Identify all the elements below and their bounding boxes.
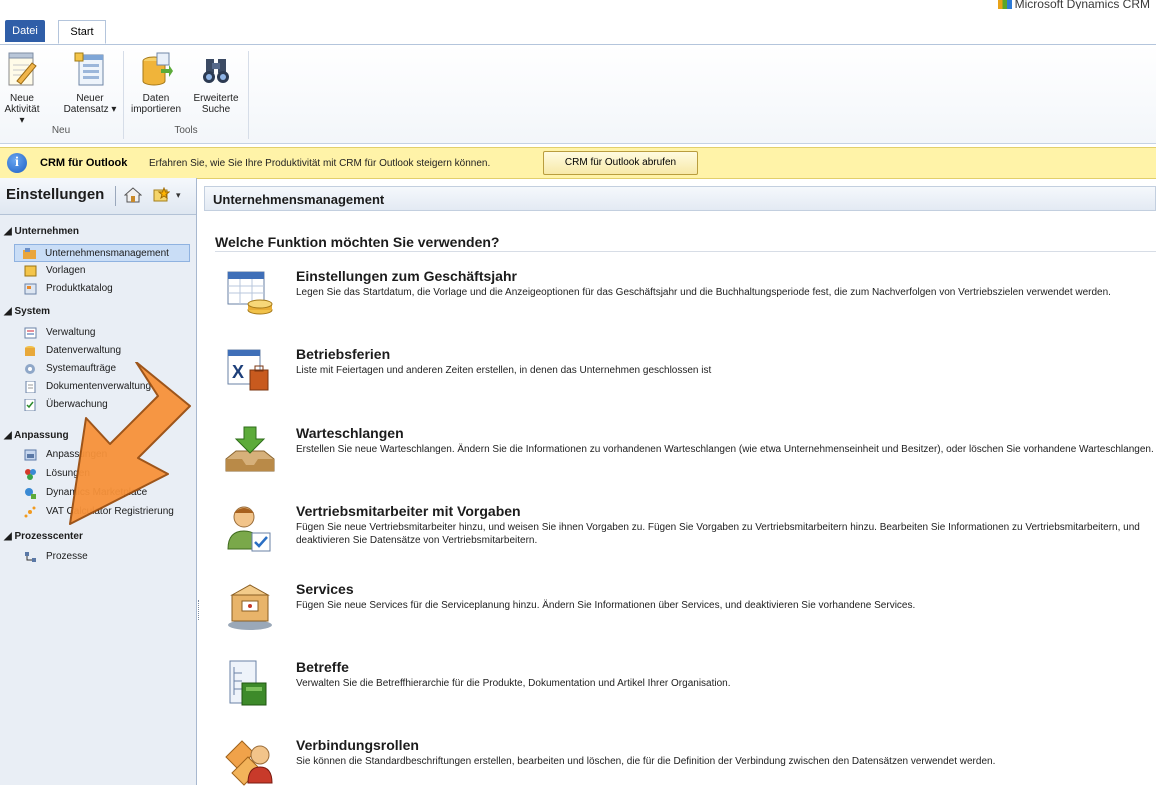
svg-text:X: X — [232, 362, 244, 382]
get-crm-outlook-button[interactable]: CRM für Outlook abrufen — [543, 151, 698, 175]
database-import-icon — [139, 51, 173, 89]
nav-title: Einstellungen — [6, 186, 105, 203]
sidebar-item-label: Prozesse — [46, 551, 88, 562]
notification-text: Erfahren Sie, wie Sie Ihre Produktivität… — [149, 158, 491, 169]
entry-description: Liste mit Feiertagen und anderen Zeiten … — [296, 365, 712, 376]
entry-title[interactable]: Einstellungen zum Geschäftsjahr — [296, 268, 517, 284]
group-label-neu: Neu — [51, 125, 71, 136]
calendar-coins-icon — [224, 268, 276, 320]
entry-title[interactable]: Vertriebsmitarbeiter mit Vorgaben — [296, 503, 521, 519]
data-management-icon — [24, 345, 37, 357]
group-separator — [248, 51, 249, 139]
sidebar-item-label: Verwaltung — [46, 327, 96, 338]
divider — [115, 186, 116, 206]
calendar-suitcase-icon: X — [224, 346, 276, 398]
processes-icon — [24, 551, 37, 563]
nav-header: Einstellungen ▾ — [0, 178, 196, 215]
marketplace-icon — [24, 487, 37, 499]
sidebar-item-produktkatalog[interactable]: Produktkatalog — [16, 280, 194, 298]
vat-calculator-icon — [24, 506, 37, 518]
notification-bar: i CRM für Outlook Erfahren Sie, wie Sie … — [0, 147, 1156, 179]
import-data-label-1: Daten — [142, 93, 170, 104]
import-data-label-2: importieren — [131, 104, 182, 115]
title-bar: Microsoft Dynamics CRM — [0, 0, 1156, 20]
nav-section-system[interactable]: ◢ System — [4, 306, 50, 317]
notification-title: CRM für Outlook — [40, 157, 128, 169]
sidebar-item-prozesse[interactable]: Prozesse — [16, 548, 194, 566]
sidebar-item-label: Datenverwaltung — [46, 345, 122, 356]
tab-start[interactable]: Start — [58, 20, 106, 44]
new-activity-button[interactable]: Neue Aktivität ▾ — [2, 51, 42, 126]
advanced-find-button[interactable]: Erweiterte Suche — [190, 51, 242, 115]
entry-title[interactable]: Warteschlangen — [296, 425, 404, 441]
customizations-icon — [24, 449, 37, 461]
new-activity-label-1: Neue — [10, 93, 34, 104]
sidebar-item-datenverwaltung[interactable]: Datenverwaltung — [16, 342, 194, 360]
nav-section-unternehmen[interactable]: ◢ Unternehmen — [4, 226, 79, 237]
info-icon: i — [7, 153, 27, 173]
solutions-icon — [24, 468, 37, 480]
page-title: Unternehmensmanagement — [213, 192, 385, 207]
entry-description: Erstellen Sie neue Warteschlangen. Änder… — [296, 444, 1154, 455]
subject-tree-icon — [224, 659, 276, 711]
new-activity-label-2: Aktivität ▾ — [4, 104, 40, 126]
advanced-find-label-2: Suche — [201, 104, 231, 115]
chevron-down-icon[interactable]: ▾ — [176, 190, 181, 201]
entry-description: Fügen Sie neue Services für die Servicep… — [296, 600, 916, 611]
business-management-icon — [23, 248, 36, 260]
service-box-icon — [224, 581, 276, 633]
new-record-label-1: Neuer — [76, 93, 104, 104]
entry-description: Fügen Sie neue Vertriebsmitarbeiter hinz… — [296, 522, 1140, 546]
favorites-icon[interactable] — [152, 186, 171, 203]
advanced-find-label-1: Erweiterte — [193, 93, 239, 104]
nav-section-prozesscenter[interactable]: ◢ Prozesscenter — [4, 531, 83, 542]
new-record-button[interactable]: Neuer Datensatz ▾ — [63, 51, 117, 115]
pane-splitter[interactable] — [198, 600, 202, 620]
sidebar-item-vorlagen[interactable]: Vorlagen — [16, 262, 194, 280]
connection-user-icon — [224, 737, 276, 789]
templates-icon — [24, 265, 37, 277]
annotation-arrow — [69, 362, 191, 525]
system-jobs-icon — [24, 363, 37, 375]
main-header: Unternehmensmanagement — [204, 186, 1156, 211]
entry-description: Sie können die Standardbeschriftungen er… — [296, 756, 996, 767]
entry-description: Verwalten Sie die Betreffhierarchie für … — [296, 678, 731, 689]
new-record-label-2: Datensatz ▾ — [63, 104, 117, 115]
section-question: Welche Funktion möchten Sie verwenden? — [215, 234, 500, 250]
auditing-icon — [24, 398, 37, 412]
group-label-tools: Tools — [174, 125, 198, 136]
import-data-button[interactable]: Daten importieren — [131, 51, 181, 115]
document-management-icon — [24, 380, 37, 394]
entry-title[interactable]: Verbindungsrollen — [296, 737, 419, 753]
entry-title[interactable]: Betreffe — [296, 659, 349, 675]
sidebar-item-label: Produktkatalog — [46, 283, 113, 294]
sidebar-item-label: Vorlagen — [46, 265, 86, 276]
user-checkmark-icon — [224, 503, 276, 555]
divider — [215, 251, 1156, 252]
brand-logo: Microsoft Dynamics CRM — [997, 0, 1150, 9]
entry-title[interactable]: Services — [296, 581, 354, 597]
product-catalog-icon — [24, 283, 37, 295]
notepad-pencil-icon — [5, 51, 39, 89]
administration-icon — [24, 327, 37, 339]
binoculars-icon — [199, 51, 233, 89]
sidebar-item-verwaltung[interactable]: Verwaltung — [16, 324, 194, 342]
sidebar-item-unternehmensmanagement[interactable]: Unternehmensmanagement — [14, 244, 190, 262]
tab-file[interactable]: Datei — [5, 20, 45, 42]
sidebar-item-label: Unternehmensmanagement — [45, 248, 169, 259]
home-icon[interactable] — [123, 187, 143, 203]
inbox-arrow-icon — [224, 425, 276, 477]
entry-description: Legen Sie das Startdatum, die Vorlage un… — [296, 287, 1111, 298]
ribbon-tabs: Datei Start — [0, 20, 1156, 45]
form-document-icon — [73, 51, 107, 89]
dynamics-logo-icon — [997, 0, 1012, 9]
entry-title[interactable]: Betriebsferien — [296, 346, 390, 362]
brand-text: Microsoft Dynamics CRM — [1014, 0, 1150, 9]
ribbon: Neue Aktivität ▾ Neuer Datensatz ▾ Daten… — [0, 45, 1156, 144]
